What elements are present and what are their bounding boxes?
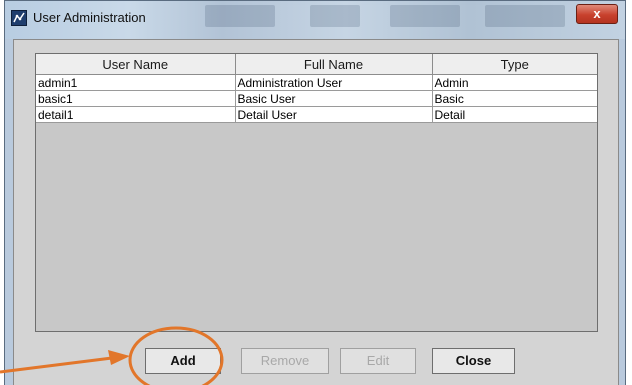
- close-icon: x: [593, 6, 601, 21]
- column-header-type[interactable]: Type: [431, 54, 597, 75]
- user-administration-window: User Administration x User Name Full Nam…: [4, 0, 626, 385]
- remove-button[interactable]: Remove: [241, 348, 329, 374]
- background-taskbar-ghost: [485, 5, 565, 27]
- cell-full-name[interactable]: Detail User: [234, 106, 433, 123]
- close-button[interactable]: Close: [432, 348, 515, 374]
- background-taskbar-ghost: [205, 5, 275, 27]
- users-table-panel: User Name Full Name Type admin1 Administ…: [35, 53, 598, 332]
- cell-type[interactable]: Admin: [431, 74, 597, 91]
- title-bar[interactable]: User Administration x: [5, 1, 625, 39]
- users-table: User Name Full Name Type admin1 Administ…: [36, 54, 597, 123]
- table-header-row: User Name Full Name Type: [36, 54, 597, 75]
- app-icon: [11, 10, 27, 26]
- cell-type[interactable]: Detail: [431, 106, 597, 123]
- window-title: User Administration: [33, 10, 146, 25]
- close-window-button[interactable]: x: [576, 4, 618, 24]
- cell-full-name[interactable]: Basic User: [234, 90, 433, 107]
- table-row[interactable]: detail1 Detail User Detail: [36, 106, 597, 123]
- column-header-full-name[interactable]: Full Name: [234, 54, 433, 75]
- table-row[interactable]: basic1 Basic User Basic: [36, 90, 597, 107]
- dialog-content: User Name Full Name Type admin1 Administ…: [13, 39, 619, 385]
- cell-user-name[interactable]: basic1: [36, 90, 236, 107]
- cell-user-name[interactable]: admin1: [36, 74, 236, 91]
- column-header-user-name[interactable]: User Name: [36, 54, 236, 75]
- add-button[interactable]: Add: [145, 348, 221, 374]
- background-taskbar-ghost: [390, 5, 460, 27]
- background-taskbar-ghost: [310, 5, 360, 27]
- cell-type[interactable]: Basic: [431, 90, 597, 107]
- cell-full-name[interactable]: Administration User: [234, 74, 433, 91]
- cell-user-name[interactable]: detail1: [36, 106, 236, 123]
- edit-button[interactable]: Edit: [340, 348, 416, 374]
- table-row[interactable]: admin1 Administration User Admin: [36, 74, 597, 91]
